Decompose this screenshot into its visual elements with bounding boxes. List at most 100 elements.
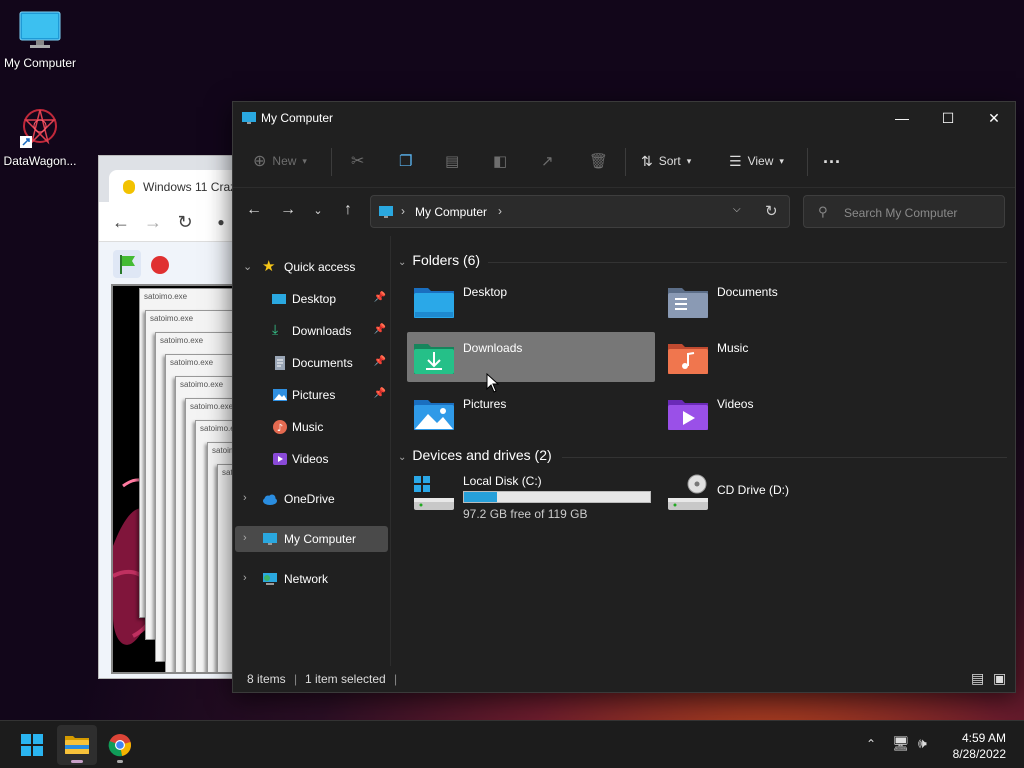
tiles-view-icon[interactable]: ▣	[993, 670, 1006, 687]
downloads-folder-icon	[414, 344, 454, 374]
dialog-title: satoimo.exe	[180, 380, 224, 389]
breadcrumb-separator-icon: ›	[401, 204, 405, 218]
folder-tile-videos[interactable]: Videos	[661, 388, 909, 438]
more-options-button[interactable]: ...	[823, 146, 841, 168]
pictures-icon	[273, 389, 287, 401]
forward-icon[interactable]: →	[278, 201, 298, 219]
sidebar-item-onedrive[interactable]: › OneDrive	[235, 486, 388, 512]
sidebar-item-label: Documents	[292, 356, 353, 370]
sidebar-item-pictures[interactable]: Pictures 📌	[235, 382, 388, 408]
window-title: My Computer	[261, 111, 334, 125]
network-icon	[263, 573, 277, 585]
new-button[interactable]: ⊕ New ▾	[253, 150, 307, 172]
onedrive-cloud-icon	[263, 494, 277, 505]
chevron-down-icon[interactable]: ⌄	[243, 260, 252, 273]
title-bar[interactable]: My Computer — ☐ ✕	[233, 102, 1015, 134]
up-icon[interactable]: ↑	[338, 201, 358, 219]
active-indicator	[71, 760, 83, 763]
selection-count: 1 item selected	[305, 672, 386, 686]
star-icon: ★	[262, 258, 276, 275]
copy-icon[interactable]: ❐	[399, 150, 412, 172]
item-count: 8 items	[247, 672, 286, 686]
browser-tab[interactable]: Windows 11 Crazy	[109, 170, 249, 202]
chevron-right-icon[interactable]: ›	[243, 532, 247, 544]
breadcrumb-separator-icon: ›	[498, 204, 502, 218]
dialog-title: satoimo.exe	[144, 292, 188, 301]
sidebar-item-desktop[interactable]: Desktop 📌	[235, 286, 388, 312]
rename-icon[interactable]: ◧	[493, 150, 507, 172]
forward-icon[interactable]: →	[141, 210, 165, 234]
desktop-icon-my-computer[interactable]: My Computer	[0, 8, 80, 70]
sidebar-item-videos[interactable]: Videos	[235, 446, 388, 472]
folder-tile-downloads[interactable]: Downloads	[407, 332, 655, 382]
volume-icon[interactable]: 🕪	[918, 735, 927, 752]
reload-icon[interactable]: ↻	[173, 210, 197, 234]
dialog-title: satoimo.exe	[160, 336, 204, 345]
recent-locations-icon[interactable]: ⌄	[308, 204, 328, 217]
file-explorer-icon	[65, 736, 89, 754]
drive-tile-d[interactable]: CD Drive (D:)	[661, 468, 909, 524]
address-bar[interactable]: › My Computer › ⌵ ↻	[370, 195, 790, 228]
sidebar-item-quick-access[interactable]: ⌄ ★ Quick access	[235, 254, 388, 280]
back-icon[interactable]: ←	[244, 201, 264, 219]
folder-tile-documents[interactable]: Documents	[661, 276, 909, 326]
view-button[interactable]: ☰ View ▾	[729, 150, 784, 172]
chevron-right-icon[interactable]: ›	[243, 492, 247, 504]
file-explorer-window[interactable]: My Computer — ☐ ✕ ⊕ New ▾ ✂ ❐ ▤ ◧ ↗ 🗑 ⇅ …	[232, 101, 1016, 693]
desktop-icon-datawagon[interactable]: DataWagon...	[0, 106, 80, 168]
sidebar-item-my-computer[interactable]: › My Computer	[235, 526, 388, 552]
sidebar-item-documents[interactable]: Documents 📌	[235, 350, 388, 376]
close-button[interactable]: ✕	[971, 102, 1017, 134]
folders-group-header[interactable]: ⌄ Folders (6)	[398, 252, 480, 268]
refresh-icon[interactable]: ↻	[765, 202, 778, 220]
network-status-icon[interactable]: 🖥	[892, 735, 910, 752]
taskbar-file-explorer[interactable]	[57, 725, 97, 765]
address-dropdown-icon[interactable]: ⌵	[733, 204, 741, 215]
clock-date: 8/28/2022	[952, 747, 1006, 761]
green-flag-icon[interactable]	[113, 250, 141, 278]
folder-name: Desktop	[463, 285, 508, 299]
drives-group-header[interactable]: ⌄ Devices and drives (2)	[398, 447, 552, 463]
folder-tile-music[interactable]: Music	[661, 332, 909, 382]
pictures-folder-icon	[414, 400, 454, 430]
paste-icon[interactable]: ▤	[445, 150, 459, 172]
stop-icon[interactable]	[151, 256, 169, 274]
sidebar-item-label: Downloads	[292, 324, 352, 338]
browser-tab-bar: Windows 11 Crazy	[99, 156, 249, 202]
folder-name: Documents	[717, 285, 778, 299]
monitor-icon	[242, 112, 256, 124]
running-indicator	[117, 760, 123, 763]
sort-button[interactable]: ⇅ Sort ▾	[641, 150, 691, 172]
minimize-button[interactable]: —	[879, 102, 925, 134]
browser-stage: satoimo.exe satoimo.exe satoimo.exe sato…	[111, 284, 239, 674]
clock[interactable]: 4:59 AM 8/28/2022	[953, 730, 1006, 762]
search-box[interactable]: ⚲ Search My Computer	[803, 195, 1005, 228]
sidebar-item-music[interactable]: ♪ Music	[235, 414, 388, 440]
breadcrumb[interactable]: My Computer	[415, 205, 487, 219]
taskbar: ⌃ 🖥 🕪 4:59 AM 8/28/2022	[0, 720, 1024, 768]
cut-icon[interactable]: ✂	[351, 150, 364, 172]
delete-icon[interactable]: 🗑	[589, 150, 608, 172]
start-button[interactable]	[12, 725, 52, 765]
navigation-pane: ⌄ ★ Quick access Desktop 📌 ⤓ Downloads 📌…	[233, 236, 391, 666]
drive-tile-c[interactable]: Local Disk (C:) 97.2 GB free of 119 GB	[407, 468, 655, 524]
music-folder-icon	[668, 344, 708, 374]
status-bar: 8 items | 1 item selected | ▤ ▣	[233, 666, 1015, 692]
divider	[807, 148, 808, 176]
chevron-right-icon[interactable]: ›	[243, 572, 247, 584]
taskbar-chrome[interactable]	[100, 725, 140, 765]
share-icon[interactable]: ↗	[541, 150, 554, 172]
back-icon[interactable]: ←	[109, 210, 133, 234]
sidebar-item-downloads[interactable]: ⤓ Downloads 📌	[235, 318, 388, 344]
pin-icon: 📌	[373, 356, 386, 367]
details-view-icon[interactable]: ▤	[971, 670, 984, 687]
folder-name: Downloads	[463, 341, 523, 355]
local-disk-icon	[414, 476, 454, 510]
maximize-button[interactable]: ☐	[925, 102, 971, 134]
folder-tile-pictures[interactable]: Pictures	[407, 388, 655, 438]
divider: |	[294, 672, 298, 686]
sidebar-item-network[interactable]: › Network	[235, 566, 388, 592]
show-hidden-icons-icon[interactable]: ⌃	[866, 737, 876, 751]
folder-tile-desktop[interactable]: Desktop	[407, 276, 655, 326]
browser-window[interactable]: Windows 11 Crazy ← → ↻ ● satoimo.exe sat…	[98, 155, 249, 679]
